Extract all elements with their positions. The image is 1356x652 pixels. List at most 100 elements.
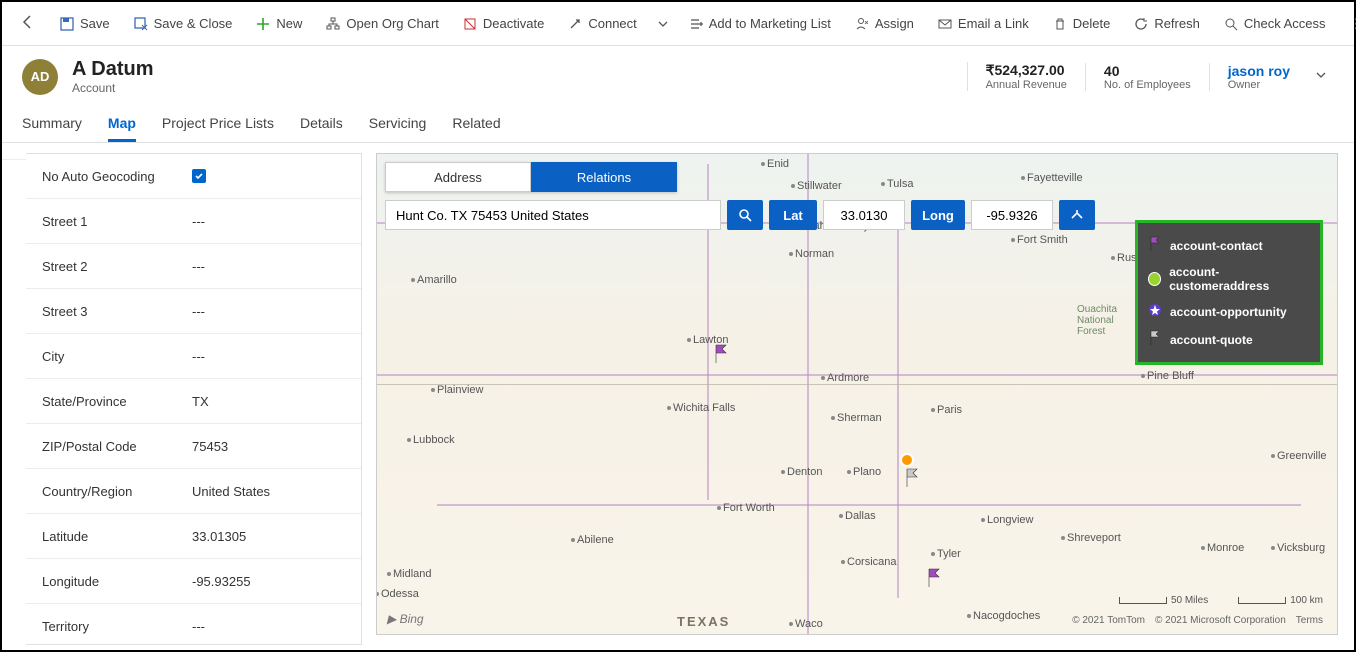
street2-value[interactable]: --- <box>192 259 205 274</box>
city-label: City <box>42 349 192 364</box>
delete-button[interactable]: Delete <box>1043 10 1121 37</box>
save-icon <box>60 17 74 31</box>
stat-owner[interactable]: jason roy Owner <box>1209 63 1308 91</box>
city-label: Dallas <box>845 510 876 522</box>
street1-value[interactable]: --- <box>192 214 205 229</box>
save-button[interactable]: Save <box>50 10 120 37</box>
email-link-button[interactable]: Email a Link <box>928 10 1039 37</box>
city-label: Enid <box>767 158 789 170</box>
save-close-button[interactable]: Save & Close <box>124 10 243 37</box>
scale-bar: 50 Miles 100 km <box>1119 595 1323 606</box>
attrib-text: © 2021 Microsoft Corporation <box>1155 615 1286 626</box>
city-label: Plano <box>853 466 881 478</box>
search-icon <box>738 208 752 222</box>
legend-icon <box>1148 272 1161 286</box>
legend-label: account-customeraddress <box>1169 265 1310 293</box>
no-auto-geo-checkbox[interactable] <box>192 169 206 183</box>
tab-related[interactable]: Related <box>452 105 500 142</box>
stat-revenue: ₹524,327.00 Annual Revenue <box>967 62 1085 91</box>
assign-button[interactable]: Assign <box>845 10 924 37</box>
zip-value[interactable]: 75453 <box>192 439 228 454</box>
open-org-chart-button[interactable]: Open Org Chart <box>316 10 449 37</box>
city-value[interactable]: --- <box>192 349 205 364</box>
address-form: No Auto Geocoding Street 1--- Street 2--… <box>26 153 362 645</box>
tab-summary[interactable]: Summary <box>22 105 82 142</box>
lat-input[interactable] <box>823 200 905 230</box>
owner-label: Owner <box>1228 79 1290 91</box>
refresh-button[interactable]: Refresh <box>1124 10 1210 37</box>
scale-km: 100 km <box>1238 595 1323 606</box>
toggle-address[interactable]: Address <box>385 162 531 192</box>
attrib-text: © 2021 TomTom <box>1072 615 1145 626</box>
lon-label-button[interactable]: Long <box>911 200 965 230</box>
city-label: Denton <box>787 466 822 478</box>
street3-label: Street 3 <box>42 304 192 319</box>
city-label: Fort Worth <box>723 502 775 514</box>
tab-servicing[interactable]: Servicing <box>369 105 427 142</box>
tab-project-price-lists[interactable]: Project Price Lists <box>162 105 274 142</box>
refresh-label: Refresh <box>1154 16 1200 31</box>
save-label: Save <box>80 16 110 31</box>
lat-value[interactable]: 33.01305 <box>192 529 246 544</box>
content-area: No Auto Geocoding Street 1--- Street 2--… <box>2 143 1354 645</box>
plus-icon <box>256 17 270 31</box>
zip-label: ZIP/Postal Code <box>42 439 192 454</box>
record-header: AD A Datum Account ₹524,327.00 Annual Re… <box>2 46 1354 105</box>
connect-button[interactable]: Connect <box>558 10 646 37</box>
record-title: A Datum <box>72 58 153 81</box>
owner-value[interactable]: jason roy <box>1228 63 1290 79</box>
city-label: Amarillo <box>417 274 457 286</box>
map-pin[interactable] <box>925 568 941 588</box>
assign-icon <box>855 17 869 31</box>
bing-logo: ▶ Bing <box>387 612 424 626</box>
email-label: Email a Link <box>958 16 1029 31</box>
lon-value[interactable]: -95.93255 <box>192 574 251 589</box>
legend-icon <box>1148 236 1162 255</box>
legend-label: account-quote <box>1170 333 1253 347</box>
tab-map[interactable]: Map <box>108 105 136 142</box>
city-label: Midland <box>393 568 432 580</box>
map-legend: account-contactaccount-customeraddressac… <box>1135 220 1323 365</box>
search-button[interactable] <box>727 200 763 230</box>
directions-icon <box>1070 208 1084 222</box>
save-close-label: Save & Close <box>154 16 233 31</box>
lat-label: Latitude <box>42 529 192 544</box>
check-access-button[interactable]: Check Access <box>1214 10 1336 37</box>
deactivate-button[interactable]: Deactivate <box>453 10 554 37</box>
map-pin[interactable] <box>899 452 915 468</box>
city-label: Lubbock <box>413 434 455 446</box>
add-marketing-button[interactable]: Add to Marketing List <box>679 10 841 37</box>
overflow-menu[interactable]: ⋮ <box>1340 10 1356 38</box>
city-label: Greenville <box>1277 450 1327 462</box>
lat-label-button[interactable]: Lat <box>769 200 817 230</box>
state-label: State/Province <box>42 394 192 409</box>
state-value[interactable]: TX <box>192 394 209 409</box>
address-search-input[interactable] <box>385 200 721 230</box>
legend-icon <box>1148 330 1162 349</box>
city-label: Paris <box>937 404 962 416</box>
deactivate-icon <box>463 17 477 31</box>
attrib-text[interactable]: Terms <box>1296 615 1323 626</box>
map-pane[interactable]: EnidStillwaterTulsaFayettevilleOklahoma … <box>376 153 1338 635</box>
directions-button[interactable] <box>1059 200 1095 230</box>
territory-value[interactable]: --- <box>192 619 205 634</box>
street3-value[interactable]: --- <box>192 304 205 319</box>
street2-label: Street 2 <box>42 259 192 274</box>
row-no-auto-geo: No Auto Geocoding <box>26 154 361 199</box>
map-pin[interactable] <box>712 344 728 364</box>
tab-details[interactable]: Details <box>300 105 343 142</box>
new-button[interactable]: New <box>246 10 312 37</box>
map-pin[interactable] <box>903 468 919 488</box>
lon-input[interactable] <box>971 200 1053 230</box>
header-expand[interactable] <box>1308 68 1334 85</box>
city-label: Nacogdoches <box>973 610 1040 622</box>
toggle-relations[interactable]: Relations <box>531 162 677 192</box>
record-subtitle: Account <box>72 81 153 95</box>
back-button[interactable] <box>10 8 46 39</box>
scale-miles: 50 Miles <box>1119 595 1208 606</box>
connect-dropdown[interactable] <box>651 12 675 36</box>
country-value[interactable]: United States <box>192 484 270 499</box>
legend-icon <box>1148 303 1162 320</box>
open-org-label: Open Org Chart <box>346 16 439 31</box>
city-label: Waco <box>795 618 823 630</box>
